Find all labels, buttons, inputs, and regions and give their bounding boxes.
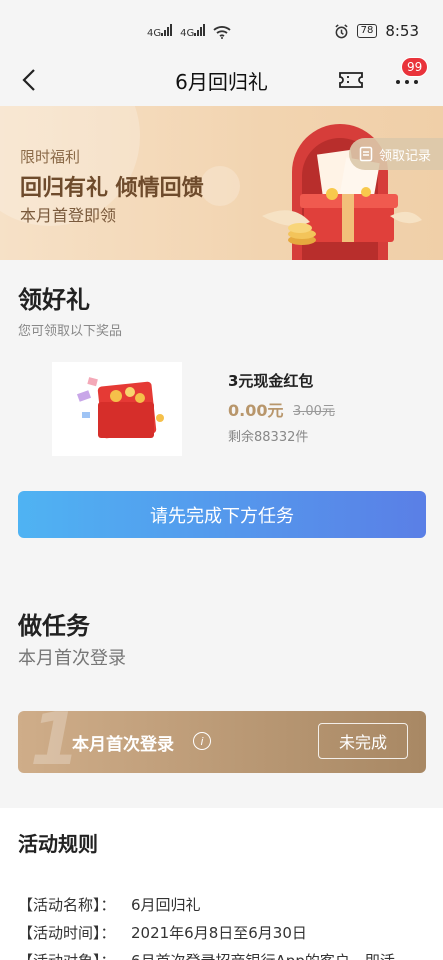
prize-name: 3元现金红包 (228, 372, 314, 390)
wifi-icon (213, 25, 231, 39)
gift-section-subtitle: 您可领取以下奖品 (18, 324, 123, 339)
rules-section: 活动规则 【活动名称】： 6月回归礼 【活动时间】： 2021年6月8日至6月30日… (0, 808, 443, 960)
promo-banner: 限时福利 回归有礼 倾情回馈 本月首登即领 领取记录 (0, 106, 443, 260)
task-card: 1 本月首次登录 i 未完成 (18, 711, 426, 773)
page-title: 6月回归礼 (175, 70, 268, 94)
task-section-subtitle: 本月首次登录 (18, 648, 126, 669)
status-indicators: 4G 4G (147, 24, 231, 39)
rule-value: 6月首次登录招商银行App的客户，即活 (131, 952, 395, 960)
claim-record-label: 领取记录 (379, 148, 432, 164)
rule-row: 【活动名称】： 6月回归礼 (18, 894, 443, 915)
nav-bar: 6月回归礼 99 (0, 56, 443, 106)
banner-tag: 限时福利 (20, 148, 81, 166)
rule-value: 2021年6月8日至6月30日 (131, 924, 307, 942)
rules-title: 活动规则 (18, 832, 98, 856)
rule-row: 【活动时间】： 2021年6月8日至6月30日 (18, 922, 443, 943)
cell-signal-icon: 4G (147, 24, 173, 39)
battery-icon: 78 (356, 24, 378, 38)
complete-task-button[interactable]: 请先完成下方任务 (18, 491, 426, 538)
red-envelope-icon (76, 377, 164, 439)
rule-key: 【活动时间】： (18, 924, 116, 942)
gift-section: 领好礼 您可领取以下奖品 3元现金红包 0.00元 3.00元 剩余88332件… (0, 260, 443, 816)
gift-section-title: 领好礼 (18, 286, 90, 314)
claim-record-button[interactable]: 领取记录 (349, 138, 443, 170)
task-status-button[interactable]: 未完成 (318, 723, 408, 759)
rule-value: 6月回归礼 (131, 896, 201, 914)
status-bar: 4G 4G 78 8:53 (0, 0, 443, 56)
task-label: 本月首次登录 (72, 735, 174, 755)
clock: 8:53 (385, 22, 419, 40)
info-icon[interactable]: i (193, 732, 211, 750)
alarm-icon (334, 23, 348, 38)
prize-image (52, 362, 182, 456)
status-right: 78 8:53 (334, 22, 419, 40)
rule-key: 【活动名称】： (18, 896, 116, 914)
prize-original-price: 3.00元 (293, 404, 335, 419)
notification-badge: 99 (401, 57, 429, 77)
rule-row: 【活动对象】：6月首次登录招商银行App的客户，即活 (18, 950, 443, 960)
prize-price: 0.00元 (228, 401, 284, 420)
banner-title: 回归有礼 倾情回馈 (20, 176, 204, 201)
gift-box-illustration (262, 124, 422, 260)
cell-signal-icon: 4G (180, 24, 206, 39)
rule-key: 【活动对象】： (18, 950, 131, 960)
prize-stock: 剩余88332件 (228, 430, 309, 445)
banner-decoration (200, 166, 240, 206)
ticket-icon[interactable] (337, 68, 365, 92)
banner-subtitle: 本月首登即领 (20, 206, 117, 225)
document-icon (359, 146, 373, 162)
task-section-title: 做任务 (18, 612, 90, 640)
